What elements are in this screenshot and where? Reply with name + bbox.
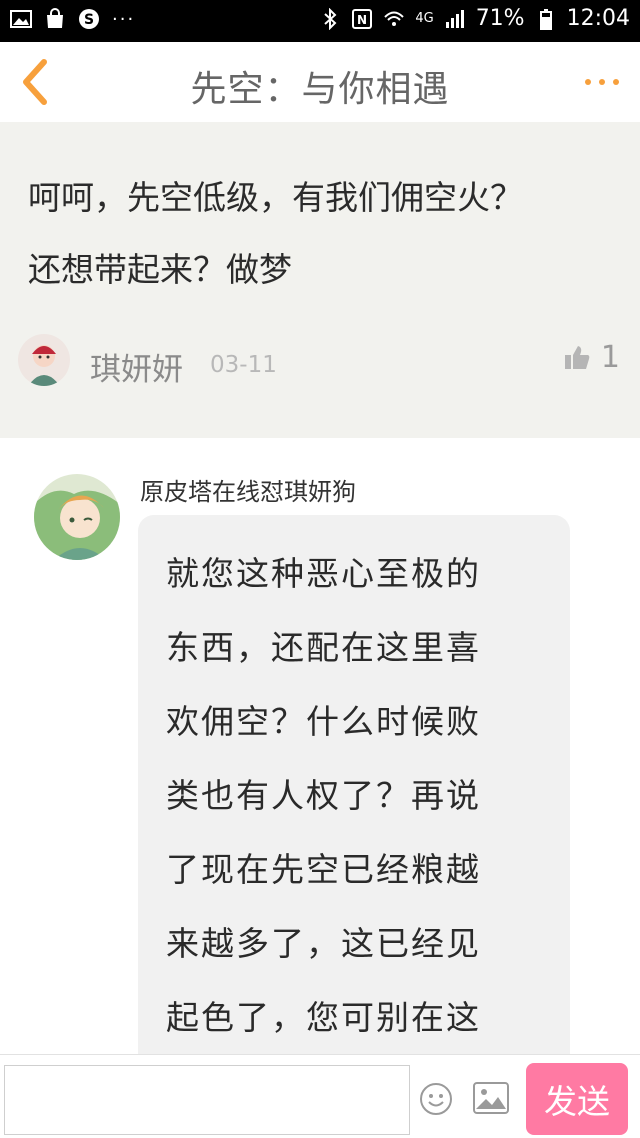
svg-text:N: N	[357, 13, 367, 27]
more-options-icon[interactable]	[582, 72, 622, 92]
reply-input[interactable]	[4, 1065, 410, 1135]
reply-line: 来越多了，这已经见	[166, 924, 481, 963]
reply-bubble: 就您这种恶心至极的 东西，还配在这里喜 欢佣空？什么时候败 类也有人权了？再说 …	[138, 515, 570, 1075]
status-bar: S ··· N 4G 71% 12:04	[0, 0, 640, 42]
reply-line: 了现在先空已经粮越	[166, 850, 481, 889]
reply-line: 东西，还配在这里喜	[166, 628, 481, 667]
reply-composer: 发送	[0, 1054, 640, 1138]
post-line: 还想带起来？做梦	[28, 250, 292, 289]
page-title: 先空：与你相遇	[190, 69, 450, 110]
avatar-illustration	[18, 334, 70, 386]
back-arrow-icon[interactable]	[14, 56, 60, 108]
status-bar-left: S ···	[10, 8, 135, 30]
reply-line: 类也有人权了？再说	[166, 776, 481, 815]
network-type: 4G	[415, 11, 434, 26]
shopping-bag-icon	[47, 8, 63, 28]
reply-line: 就您这种恶心至极的	[166, 554, 481, 593]
avatar-illustration	[34, 474, 120, 560]
original-post: 呵呵，先空低级，有我们佣空火？ 还想带起来？做梦 琪妍妍 03-11 1	[0, 122, 640, 438]
like-count: 1	[600, 340, 620, 375]
reply-line: 起色了，您可别在这	[166, 998, 481, 1037]
reply-content: 就您这种恶心至极的 东西，还配在这里喜 欢佣空？什么时候败 类也有人权了？再说 …	[166, 537, 536, 1055]
post-line: 呵呵，先空低级，有我们佣空火？	[28, 178, 523, 217]
notification-overflow: ···	[112, 8, 136, 30]
bluetooth-icon	[324, 7, 337, 30]
emoji-icon[interactable]	[418, 1081, 454, 1117]
nfc-icon: N	[352, 8, 373, 29]
signal-icon	[445, 9, 464, 28]
top-navigation-bar: 先空：与你相遇	[0, 42, 640, 122]
like-button[interactable]: 1	[563, 340, 620, 375]
wifi-icon	[384, 11, 405, 26]
battery-percent: 71%	[475, 6, 525, 31]
battery-icon	[539, 8, 552, 30]
reply-author-name[interactable]: 原皮塔在线怼琪妍狗	[140, 472, 356, 507]
gallery-icon	[10, 10, 32, 28]
image-icon[interactable]	[472, 1081, 510, 1115]
send-button[interactable]: 发送	[526, 1063, 628, 1135]
status-bar-right: N 4G 71% 12:04	[319, 6, 630, 31]
svg-text:S: S	[84, 12, 94, 28]
reply-author-avatar[interactable]	[34, 474, 120, 560]
thumbs-up-icon	[564, 345, 590, 369]
reply-line: 欢佣空？什么时候败	[166, 702, 481, 741]
app-s-icon: S	[79, 9, 99, 29]
post-author-avatar[interactable]	[18, 334, 70, 386]
clock: 12:04	[566, 6, 630, 31]
post-author-name[interactable]: 琪妍妍	[90, 344, 183, 389]
post-content: 呵呵，先空低级，有我们佣空火？ 还想带起来？做梦	[28, 162, 628, 306]
post-date: 03-11	[210, 352, 277, 378]
